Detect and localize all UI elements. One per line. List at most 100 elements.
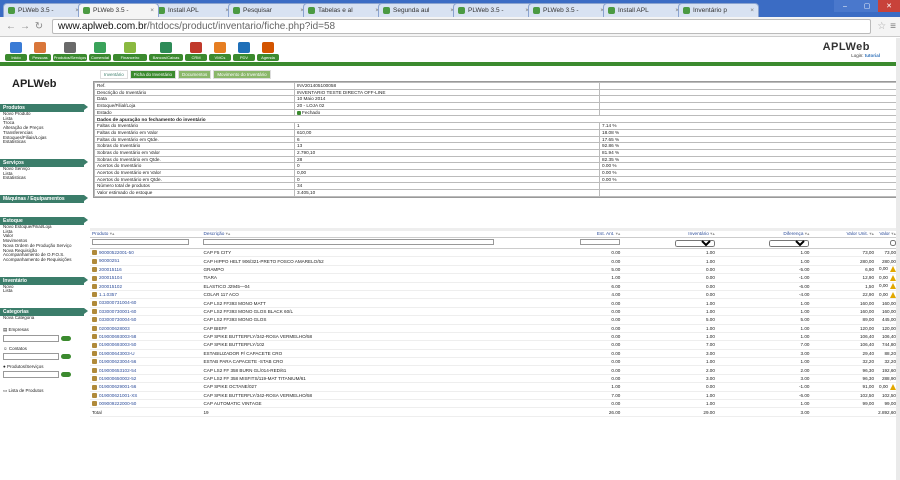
filter-input[interactable] — [203, 238, 494, 245]
product-code-link[interactable]: 019000643003-U — [99, 351, 135, 356]
maximize-icon[interactable]: ▢ — [856, 0, 878, 12]
sidebar-link[interactable]: Estatisticas — [0, 140, 88, 145]
product-code-link[interactable]: 200015116 — [99, 267, 122, 272]
table-row[interactable]: 033000730001-60 CAP LS2 FF393 MONO GLOS B… — [90, 307, 898, 317]
scrollbar[interactable] — [896, 38, 900, 480]
contatos-go-button[interactable] — [61, 353, 71, 359]
content-tab[interactable]: Ficha do Inventário — [129, 70, 177, 79]
module-3[interactable]: Comercial — [89, 40, 111, 61]
sort-arrows-icon[interactable]: ▾▴ — [224, 231, 231, 236]
browser-tab[interactable]: Inventário p × — [678, 3, 759, 17]
contatos-input[interactable] — [3, 352, 59, 360]
table-row[interactable]: 1.1.0357 COLAR 117 ACO 4.00 0.00 -4.00 22,90 0… — [90, 290, 898, 300]
table-row[interactable]: 019000693003-50 CAP SPIKE BUTTERFLY/102 0.… — [90, 340, 898, 350]
content-tab[interactable]: Inventário — [100, 70, 128, 79]
filter-select[interactable] — [769, 239, 810, 247]
sidebar-section-title[interactable]: Serviços — [0, 158, 88, 167]
product-code-link[interactable]: 019000650002-52 — [99, 376, 136, 381]
table-row[interactable]: 019000653102-54 CAP LS2 FF 358 BURN GL/01… — [90, 365, 898, 375]
forward-icon[interactable]: → — [18, 21, 32, 32]
empresas-input[interactable] — [3, 334, 59, 342]
sidebar-link[interactable]: Estatisticas — [0, 176, 88, 181]
bookmark-star-icon[interactable]: ☆ — [877, 21, 886, 32]
content-tab[interactable]: Documentos — [178, 70, 212, 79]
table-row[interactable]: 200015104 TIARA 1.00 0.00 -1.00 12,90 0,00 — [90, 273, 898, 283]
sort-arrows-icon[interactable]: ▾▴ — [803, 231, 810, 236]
table-row[interactable]: 90000251 CAP HIPPO HELT 906/321-PRETO FOS… — [90, 256, 898, 266]
empresas-go-button[interactable] — [61, 335, 71, 341]
browser-tab[interactable]: PLWeb 3.5 -× — [78, 3, 159, 17]
sidebar-section-title[interactable]: Categorias — [0, 308, 88, 317]
minimize-icon[interactable]: – — [834, 0, 856, 12]
produtos-go-button[interactable] — [61, 371, 71, 377]
table-row[interactable]: 019000650002-52 CAP LS2 FF 358 MISFITS/11… — [90, 374, 898, 384]
sidebar-section-title[interactable]: Inventário — [0, 276, 88, 285]
module-5[interactable]: Bancos/Caixas — [149, 40, 183, 61]
sort-arrows-icon[interactable]: ▾▴ — [108, 231, 115, 236]
tab-close-icon[interactable]: × — [750, 7, 754, 14]
produtos-input[interactable] — [3, 370, 59, 378]
url-field[interactable]: www.aplweb.com.br/htdocs/product/inventa… — [52, 19, 872, 34]
sort-arrows-icon[interactable]: ▾▴ — [614, 231, 621, 236]
product-code-link[interactable]: 033000730004-50 — [99, 317, 136, 322]
browser-tab[interactable]: PLWeb 3.5 -× — [528, 3, 609, 17]
module-0[interactable]: Inicio — [5, 40, 27, 61]
module-6[interactable]: CRM — [185, 40, 207, 61]
product-code-link[interactable]: 90000522001-50 — [99, 250, 134, 255]
sort-arrows-icon[interactable]: ▾▴ — [709, 231, 715, 236]
lista-precos-link[interactable]: ▭ Lista de Produtos — [3, 388, 88, 394]
module-4[interactable]: Financeiro — [113, 40, 147, 61]
table-row[interactable]: 90000522001-50 CAP F5 CITY 0.00 1.00 1.00 73,… — [90, 248, 898, 258]
table-row[interactable]: 200015102 ELASTICO J2945—04 6.00 0.00 -6.00 1… — [90, 282, 898, 291]
login-user[interactable]: tutorial — [865, 53, 880, 58]
product-code-link[interactable]: 90000251 — [99, 258, 119, 263]
table-row[interactable]: 019000621001-XS CAP SPIKE BUTTERFLY/342-R… — [90, 391, 898, 401]
sidebar-section-title[interactable]: Estoque — [0, 217, 88, 226]
content-tab[interactable]: Movimento do Inventário — [213, 70, 271, 79]
tab-close-icon[interactable]: × — [150, 7, 154, 14]
sidebar-link[interactable]: Acompanhamento de Requisições — [0, 257, 88, 263]
browser-tab[interactable]: Segunda aul× — [378, 3, 459, 17]
product-code-link[interactable]: 1.1.0357 — [99, 292, 117, 297]
filter-select[interactable] — [674, 239, 715, 247]
reload-icon[interactable]: ↻ — [32, 21, 46, 32]
sort-arrows-icon[interactable]: ▾▴ — [868, 231, 874, 236]
browser-tab[interactable]: Install APL× — [603, 3, 684, 17]
product-code-link[interactable]: 019000629001-56 — [99, 384, 136, 389]
browser-tab[interactable]: Tabelas e al× — [303, 3, 384, 17]
product-code-link[interactable]: 020000628003 — [99, 326, 130, 331]
table-row[interactable]: 020000628003 CAP BIEFF 0.00 1.00 1.00 120,00 1… — [90, 324, 898, 333]
browser-tab[interactable]: Pesquisar× — [228, 3, 309, 17]
table-row[interactable]: 033000730004-50 CAP LS2 FF393 MONO GLOS 0.… — [90, 315, 898, 325]
module-2[interactable]: Produtos/Serviços — [53, 40, 87, 61]
close-icon[interactable]: ✕ — [878, 0, 900, 12]
product-code-link[interactable]: 019000693003-58 — [99, 334, 136, 339]
module-7[interactable]: VMCs — [209, 40, 231, 61]
module-8[interactable]: PDV — [233, 40, 255, 61]
module-9[interactable]: Agenda — [257, 40, 279, 61]
menu-icon[interactable]: ≡ — [890, 21, 896, 32]
column-header[interactable]: Valor ▾▴ — [876, 231, 898, 238]
table-row[interactable]: 009009222000-50 CAP AUTOMATIC VINTAGE 0.00… — [90, 399, 898, 409]
module-1[interactable]: Pessoas — [29, 40, 51, 61]
table-row[interactable]: 019000629001-56 CAP SPIKE OCTANE/027 1.00 0… — [90, 382, 898, 392]
table-row[interactable]: 019000643003-U ESTABILIZADOR P/ CAPACETE … — [90, 349, 898, 359]
product-code-link[interactable]: 019000621001-XS — [99, 393, 137, 398]
browser-tab[interactable]: Install APL× — [153, 3, 234, 17]
sidebar-link[interactable]: Lista — [0, 289, 88, 294]
product-code-link[interactable]: 033000731004-60 — [99, 300, 136, 305]
filter-input[interactable] — [580, 238, 621, 245]
table-row[interactable]: 033000731004-60 CAP LS2 FF393 MONO MATT 0.… — [90, 298, 898, 308]
table-row[interactable]: 019000623004-56 ESTAB PARA CAPACETE -STAB… — [90, 357, 898, 367]
product-code-link[interactable]: 200015102 — [99, 284, 122, 289]
product-code-link[interactable]: 200015104 — [99, 275, 122, 280]
back-icon[interactable]: ← — [4, 21, 18, 32]
browser-tab[interactable]: PLWeb 3.5 -× — [453, 3, 534, 17]
sidebar-section-title[interactable]: Produtos — [0, 104, 88, 112]
product-code-link[interactable]: 009009222000-50 — [99, 401, 136, 406]
product-code-link[interactable]: 033000730001-60 — [99, 309, 136, 314]
product-code-link[interactable]: 019000623004-56 — [99, 359, 136, 364]
table-row[interactable]: 200015116 GRAMPO 5.00 0.00 -5.00 6,90 0,00 — [90, 265, 898, 275]
filter-input[interactable] — [92, 238, 189, 245]
sidebar-link[interactable]: Nova Categoria — [0, 315, 88, 321]
